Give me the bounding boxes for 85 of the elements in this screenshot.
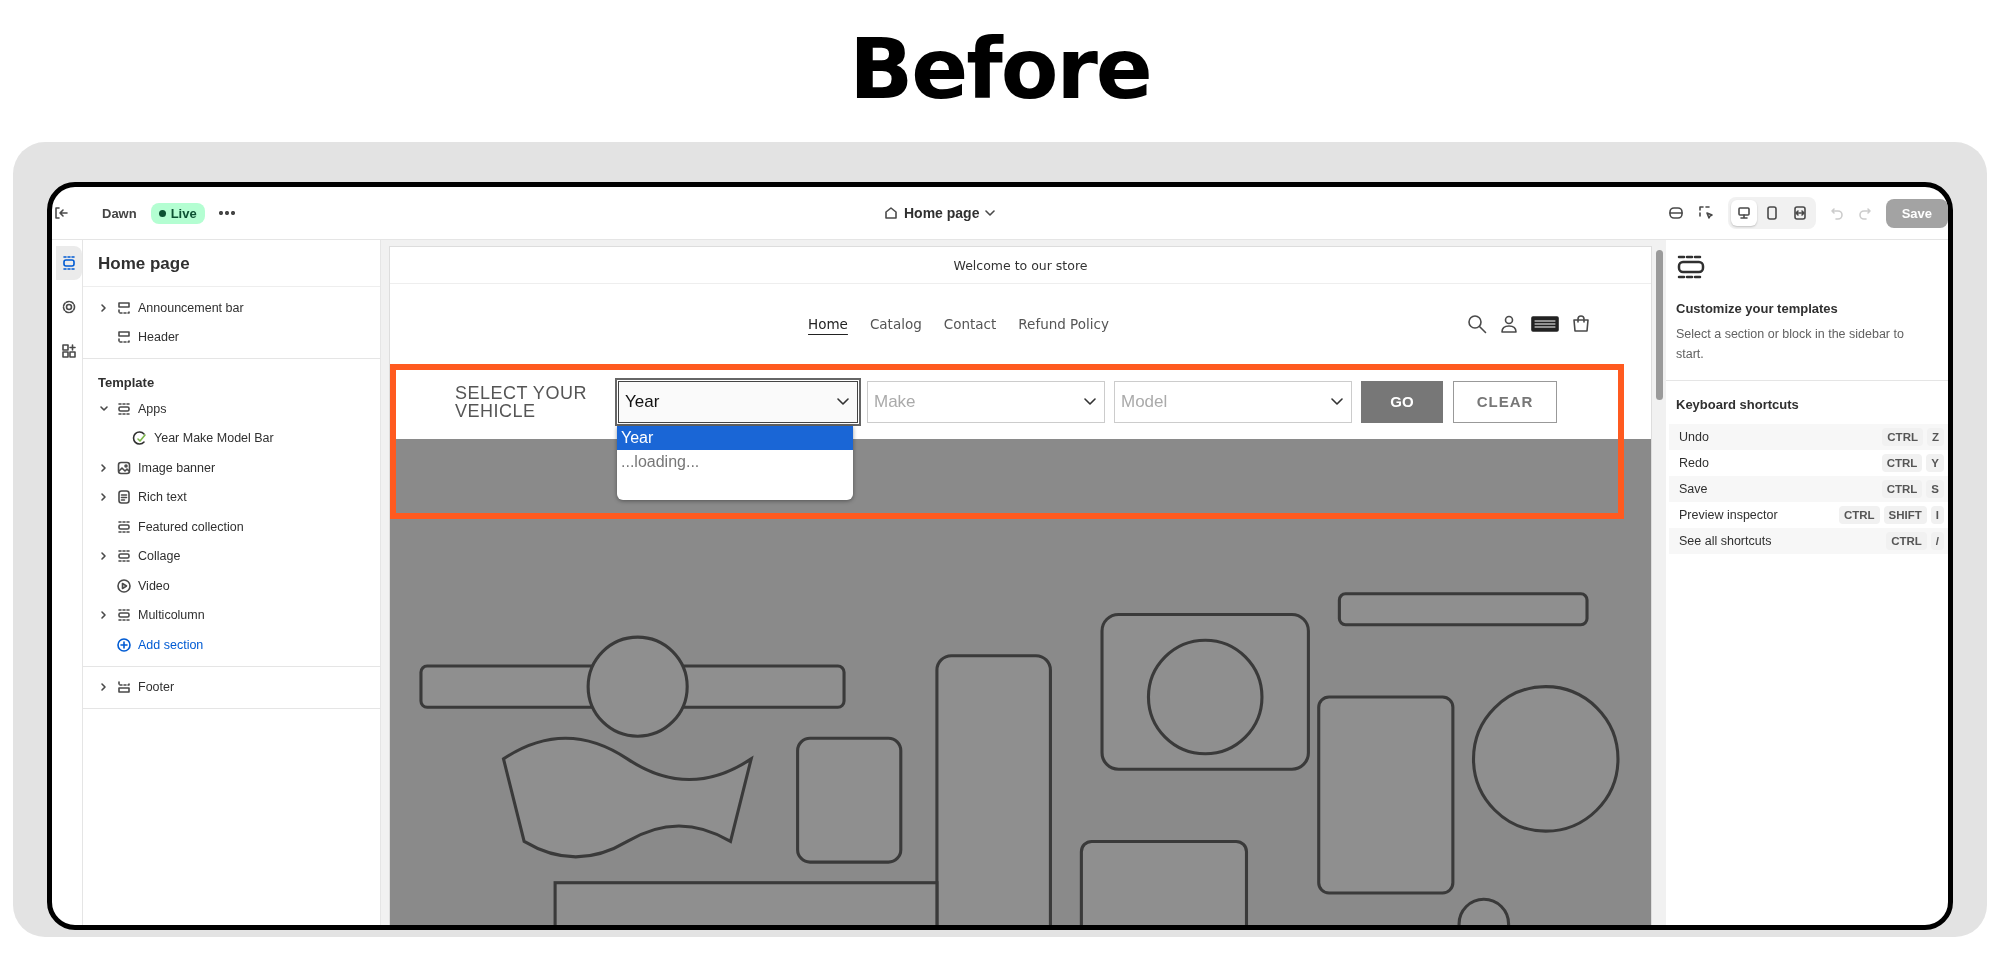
- key-cap: CTRL: [1882, 428, 1923, 446]
- select-cursor-icon[interactable]: [1697, 205, 1714, 221]
- key-cap: S: [1926, 480, 1944, 498]
- sidebar-item[interactable]: Multicolumn: [83, 600, 380, 630]
- slide-heading: Before: [849, 20, 1151, 118]
- dropdown-option[interactable]: Year: [617, 425, 853, 450]
- nav-link[interactable]: Contact: [943, 316, 997, 332]
- app-icon: [132, 430, 148, 447]
- account-icon[interactable]: [1499, 314, 1519, 334]
- chevron-right-icon[interactable]: [99, 302, 109, 313]
- more-icon[interactable]: [218, 211, 235, 215]
- image-icon: [116, 459, 132, 476]
- exit-icon[interactable]: [54, 206, 68, 220]
- sidebar-item[interactable]: Video: [83, 571, 380, 601]
- home-icon: [884, 206, 898, 220]
- desktop-icon[interactable]: [1735, 205, 1752, 221]
- section-icon: [116, 607, 132, 624]
- page-selector[interactable]: Home page: [904, 205, 980, 221]
- text-icon: [116, 489, 132, 506]
- nav-link[interactable]: Home: [808, 316, 848, 332]
- garage-icon[interactable]: [1531, 315, 1559, 333]
- group-title: Template: [97, 374, 156, 392]
- apps-icon[interactable]: [61, 343, 77, 359]
- sidebar-item[interactable]: Featured collection: [83, 512, 380, 542]
- panel-title: Customize your templates: [1676, 301, 1839, 316]
- chevron-right-icon[interactable]: [99, 462, 109, 473]
- chevron-right-icon[interactable]: [99, 551, 109, 562]
- vehicle-title: SELECT YOUR VEHICLE: [455, 383, 588, 420]
- header-icon: [116, 329, 132, 346]
- sidebar-item[interactable]: Header: [83, 322, 380, 352]
- sidebar-item[interactable]: Apps: [83, 394, 380, 424]
- sidebar-item[interactable]: Collage: [83, 541, 380, 571]
- sidebar-item[interactable]: Rich text: [83, 482, 380, 512]
- shortcut-label: Undo: [1679, 430, 1710, 444]
- add-section-link[interactable]: Add section: [83, 630, 380, 660]
- key-cap: CTRL: [1881, 480, 1923, 498]
- dropdown-option[interactable]: ...loading...: [617, 449, 853, 474]
- sidebar-title: Home page: [83, 240, 380, 287]
- go-button[interactable]: GO: [1361, 380, 1443, 423]
- section-icon: [116, 518, 132, 535]
- scrollbar-thumb[interactable]: [1655, 250, 1663, 400]
- section-icon: [1676, 254, 1706, 280]
- settings-icon[interactable]: [61, 299, 77, 315]
- nav-link[interactable]: Catalog: [869, 316, 922, 332]
- chevron-down-icon[interactable]: [837, 397, 849, 406]
- announcement-text: Welcome to our store: [953, 257, 1088, 273]
- footer-icon: [116, 679, 132, 696]
- chevron-right-icon[interactable]: [99, 492, 109, 503]
- cart-icon[interactable]: [1571, 314, 1591, 334]
- sidebar-item[interactable]: Year Make Model Bar: [83, 423, 380, 453]
- key-cap: CTRL: [1881, 454, 1923, 472]
- chevron-right-icon[interactable]: [99, 682, 109, 693]
- chevron-down-icon[interactable]: [99, 403, 109, 414]
- section-icon: [116, 548, 132, 565]
- panel-text: Select a section or block in the sidebar to start.: [1676, 326, 1905, 363]
- key-cap: SHIFT: [1883, 506, 1927, 524]
- key-cap: CTRL: [1838, 506, 1880, 524]
- shortcut-label: Redo: [1679, 456, 1710, 470]
- key-cap: I: [1930, 506, 1944, 524]
- status-badge: Live: [150, 202, 205, 224]
- full-width-icon[interactable]: [1791, 205, 1808, 221]
- key-cap: Y: [1926, 454, 1944, 472]
- sidebar-item[interactable]: Footer: [83, 672, 380, 702]
- shortcuts-title: Keyboard shortcuts: [1675, 396, 1800, 414]
- chevron-down-icon[interactable]: [985, 210, 996, 216]
- key-cap: Z: [1926, 428, 1944, 446]
- chevron-down-icon[interactable]: [1084, 397, 1096, 406]
- chevron-down-icon[interactable]: [1331, 397, 1343, 406]
- key-cap: CTRL: [1886, 532, 1927, 550]
- search-icon[interactable]: [1467, 314, 1487, 334]
- shortcut-label: See all shortcuts: [1679, 534, 1773, 548]
- key-cap: /: [1930, 532, 1944, 550]
- clear-button[interactable]: CLEAR: [1453, 380, 1557, 423]
- video-icon: [116, 577, 132, 594]
- theme-name: Dawn: [102, 205, 137, 221]
- add-icon: [116, 636, 132, 653]
- shortcut-label: Preview inspector: [1679, 508, 1779, 522]
- sections-icon[interactable]: [61, 255, 77, 271]
- header-icon: [116, 299, 132, 316]
- sidebar-item[interactable]: Image banner: [83, 453, 380, 483]
- chevron-right-icon[interactable]: [99, 610, 109, 621]
- sidebar-item[interactable]: Announcement bar: [83, 293, 380, 323]
- section-icon: [116, 400, 132, 417]
- nav-link[interactable]: Refund Policy: [1018, 316, 1109, 332]
- shortcut-label: Save: [1679, 482, 1709, 496]
